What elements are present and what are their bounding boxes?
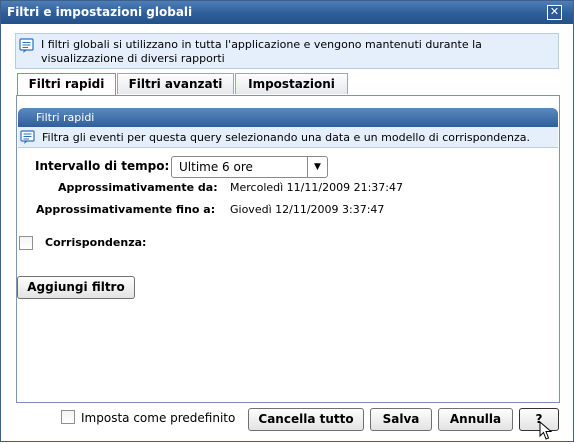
interval-select[interactable]: Ultime 6 ore ▼ — [171, 156, 328, 178]
default-label: Imposta come predefinito — [81, 411, 236, 425]
match-label: Corrispondenza: — [45, 236, 147, 249]
save-button[interactable]: Salva — [370, 408, 432, 431]
default-checkbox[interactable] — [61, 410, 75, 424]
tab-filtri-avanzati[interactable]: Filtri avanzati — [117, 73, 234, 94]
close-icon[interactable]: ✕ — [547, 5, 562, 20]
info-banner: I filtri globali si utilizzano in tutta … — [15, 33, 559, 69]
title-bar[interactable]: Filtri e impostazioni globali ✕ — [1, 1, 573, 24]
dialog-title: Filtri e impostazioni globali — [7, 5, 193, 19]
cancel-button[interactable]: Annulla — [438, 408, 513, 431]
tab-panel: Filtri rapidi Filtra gli eventi per ques… — [16, 95, 560, 403]
note-icon — [20, 130, 36, 148]
match-checkbox[interactable] — [19, 236, 33, 250]
tab-filtri-rapidi[interactable]: Filtri rapidi — [17, 73, 116, 96]
section-description: Filtra gli eventi per questa query selez… — [18, 127, 558, 148]
chevron-down-icon[interactable]: ▼ — [307, 157, 327, 177]
clear-all-button[interactable]: Cancella tutto — [248, 408, 364, 431]
info-text: I filtri globali si utilizzano in tutta … — [41, 38, 482, 65]
section-description-text: Filtra gli eventi per questa query selez… — [42, 131, 531, 144]
from-label: Approssimativamente da: — [58, 181, 218, 194]
global-filters-dialog: Filtri e impostazioni globali ✕ I filtri… — [0, 0, 574, 442]
mouse-cursor-icon — [539, 420, 553, 444]
interval-label: Intervallo di tempo: — [35, 159, 170, 173]
from-value: Mercoledì 11/11/2009 21:37:47 — [230, 181, 403, 194]
note-icon — [19, 38, 35, 57]
interval-select-value: Ultime 6 ore — [179, 160, 253, 174]
section-header: Filtri rapidi — [18, 108, 558, 127]
tab-impostazioni[interactable]: Impostazioni — [235, 73, 348, 94]
section-title: Filtri rapidi — [36, 111, 95, 124]
to-value: Giovedì 12/11/2009 3:37:47 — [230, 203, 385, 216]
add-filter-button[interactable]: Aggiungi filtro — [17, 276, 135, 299]
to-label: Approssimativamente fino a: — [36, 203, 216, 216]
